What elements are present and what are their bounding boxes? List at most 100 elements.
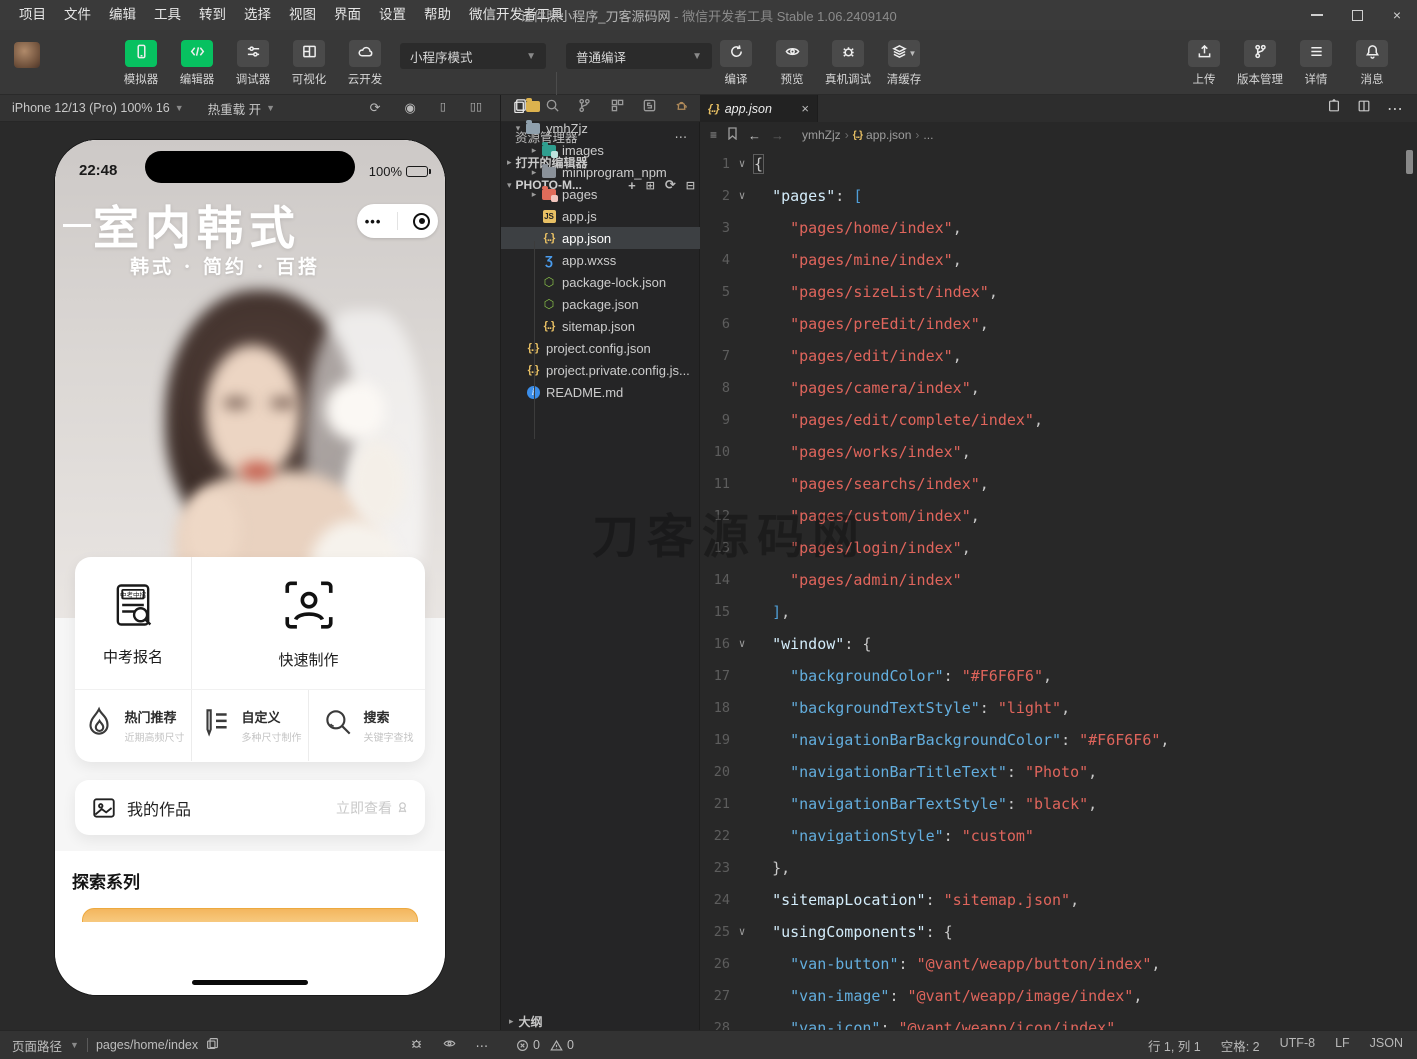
feature-快速制作[interactable]: 快速制作 [192, 557, 425, 689]
tree-item-project.config.json[interactable]: {..} project.config.json [501, 337, 701, 359]
copy-path-icon[interactable] [206, 1037, 219, 1053]
record-icon[interactable]: ◉ [404, 100, 415, 116]
breadcrumb-folder[interactable]: ymhZjz [802, 128, 841, 142]
search-icon[interactable] [545, 98, 560, 118]
rotate-icon[interactable]: ⟳ [370, 100, 381, 116]
status-11[interactable]: 行 1, 列 1 [1148, 1036, 1201, 1055]
toolbar-button-编译[interactable]: 编译 [712, 40, 760, 87]
breadcrumb-file[interactable]: app.json [866, 128, 911, 142]
multi-device-icon[interactable]: ▯▯ [470, 100, 482, 116]
toolbar-button-模拟器[interactable]: 模拟器 [117, 40, 165, 87]
page-path-label[interactable]: 页面路径 [12, 1036, 62, 1055]
toolbar-button-版本管理[interactable]: 版本管理 [1236, 40, 1284, 87]
tab-app-json[interactable]: {..} app.json × [700, 95, 818, 122]
eye-icon[interactable] [443, 1037, 456, 1053]
menu-工具[interactable]: 工具 [145, 0, 190, 30]
toolbar-button-上传[interactable]: 上传 [1180, 40, 1228, 87]
status-utf8[interactable]: UTF-8 [1280, 1036, 1315, 1055]
tree-item-README.md[interactable]: i README.md [501, 381, 701, 403]
bug-icon[interactable] [410, 1037, 423, 1053]
compile-select[interactable]: 普通编译 ▼ [566, 43, 712, 69]
tree-item-app.wxss[interactable]: Ʒapp.wxss [501, 249, 701, 271]
scrollbar-thumb[interactable] [1406, 150, 1413, 174]
status-lf[interactable]: LF [1335, 1036, 1350, 1055]
tree-item-package-lock.json[interactable]: ⬡ package-lock.json [501, 271, 701, 293]
collapse-icon[interactable]: ⊟ [686, 179, 695, 192]
outline-section[interactable]: ▸ 大纲 [501, 1012, 701, 1030]
series-card-peek[interactable] [82, 908, 418, 922]
tree-item-package.json[interactable]: ⬡ package.json [501, 293, 701, 315]
status-json[interactable]: JSON [1370, 1036, 1403, 1055]
toolbar-button-可视化[interactable]: 可视化 [285, 40, 333, 87]
toolbar-button-清缓存[interactable]: ▼ 清缓存 [880, 40, 928, 87]
more-icon[interactable]: ⋯ [476, 1038, 489, 1053]
project-root[interactable]: ▾ PHOTO-M... + ⊞ ⟳ ⊟ [501, 174, 701, 196]
bookmark-icon[interactable] [727, 127, 738, 143]
new-file-icon[interactable]: + [628, 178, 636, 193]
breadcrumb-symbol[interactable]: ... [923, 128, 933, 142]
view-now-link[interactable]: 立即查看 [336, 798, 409, 818]
branch-icon[interactable] [577, 98, 592, 118]
feature-中考报名[interactable]: 中考中招 中考报名 [75, 557, 192, 689]
status-battery: 100% [369, 164, 431, 179]
grid-icon[interactable] [610, 98, 625, 118]
menu-选择[interactable]: 选择 [235, 0, 280, 30]
status-2[interactable]: 空格: 2 [1221, 1036, 1260, 1055]
code-line-1: 1 ∨{ [721, 154, 765, 174]
close-button[interactable]: × [1377, 0, 1417, 30]
feature-搜索[interactable]: 搜索 关键字查找 [308, 690, 425, 761]
user-avatar[interactable] [14, 42, 40, 68]
feature-热门推荐[interactable]: 热门推荐 近期高频尺寸 [75, 690, 191, 761]
toolbar-button-消息[interactable]: 消息 [1348, 40, 1396, 87]
menu-界面[interactable]: 界面 [325, 0, 370, 30]
tree-item-sitemap.json[interactable]: {..} sitemap.json [501, 315, 701, 337]
toolbar-button-编辑器[interactable]: 编辑器 [173, 40, 221, 87]
tab-close-icon[interactable]: × [801, 101, 809, 116]
menu-微信开发者工具[interactable]: 微信开发者工具 [460, 0, 573, 30]
menu-转到[interactable]: 转到 [190, 0, 235, 30]
storage-icon[interactable] [642, 98, 657, 118]
outline-list-icon[interactable]: ≡ [710, 128, 717, 142]
code-area[interactable]: 1 ∨{2 ∨ "pages": [3 "pages/home/index", 4 "… [700, 148, 1417, 1037]
new-folder-icon[interactable]: ⊞ [646, 179, 655, 192]
code-line-8: 8 "pages/camera/index", [721, 379, 980, 397]
code-line-13: 13 "pages/login/index", [713, 539, 971, 557]
menu-文件[interactable]: 文件 [55, 0, 100, 30]
menu-编辑[interactable]: 编辑 [100, 0, 145, 30]
teapot-icon[interactable] [674, 98, 689, 118]
toolbar-button-调试器[interactable]: 调试器 [229, 40, 277, 87]
refresh-icon[interactable]: ⟳ [665, 177, 676, 193]
hero-title-dash [63, 224, 91, 227]
menu-视图[interactable]: 视图 [280, 0, 325, 30]
menu-设置[interactable]: 设置 [370, 0, 415, 30]
forward-icon[interactable]: → [771, 128, 784, 143]
split-editor-icon[interactable] [1357, 99, 1371, 118]
wechat-capsule[interactable]: ••• [357, 204, 438, 238]
menu-项目[interactable]: 项目 [10, 0, 55, 30]
device-select[interactable]: iPhone 12/13 (Pro) 100% 16 ▼ [0, 101, 196, 115]
toolbar-button-预览[interactable]: 预览 [768, 40, 816, 87]
problems-indicator[interactable]: 0 0 [500, 1038, 700, 1052]
device-icon[interactable]: ▯ [440, 100, 446, 116]
maximize-button[interactable] [1337, 0, 1377, 30]
open-editors-section[interactable]: ▸ 打开的编辑器 [501, 152, 701, 173]
explorer-more-icon[interactable]: ⋯ [675, 129, 688, 144]
code-line-10: 10 "pages/works/index", [713, 443, 971, 461]
hot-reload-toggle[interactable]: 热重载 开 ▼ [196, 99, 287, 118]
search-icon [321, 706, 355, 745]
editor-more-icon[interactable]: ⋯ [1387, 99, 1403, 119]
tree-item-project.private.config.js...[interactable]: {..} project.private.config.js... [501, 359, 701, 381]
feature-自定义[interactable]: 自定义 多种尺寸制作 [191, 690, 308, 761]
toolbar-button-详情[interactable]: 详情 [1292, 40, 1340, 87]
mode-select[interactable]: 小程序模式 ▼ [400, 43, 546, 69]
menu-帮助[interactable]: 帮助 [415, 0, 460, 30]
my-works-card[interactable]: 我的作品 立即查看 [75, 780, 425, 835]
open-preview-icon[interactable] [1327, 98, 1341, 118]
tree-item-app.json[interactable]: {..} app.json [501, 227, 701, 249]
tree-item-app.js[interactable]: JS app.js [501, 205, 701, 227]
toolbar-button-云开发[interactable]: 云开发 [341, 40, 389, 87]
toolbar-button-真机调试[interactable]: 真机调试 [824, 40, 872, 87]
back-icon[interactable]: ← [748, 128, 761, 143]
minimize-button[interactable] [1297, 0, 1337, 30]
code-line-24: 24 "sitemapLocation": "sitemap.json", [713, 891, 1080, 909]
